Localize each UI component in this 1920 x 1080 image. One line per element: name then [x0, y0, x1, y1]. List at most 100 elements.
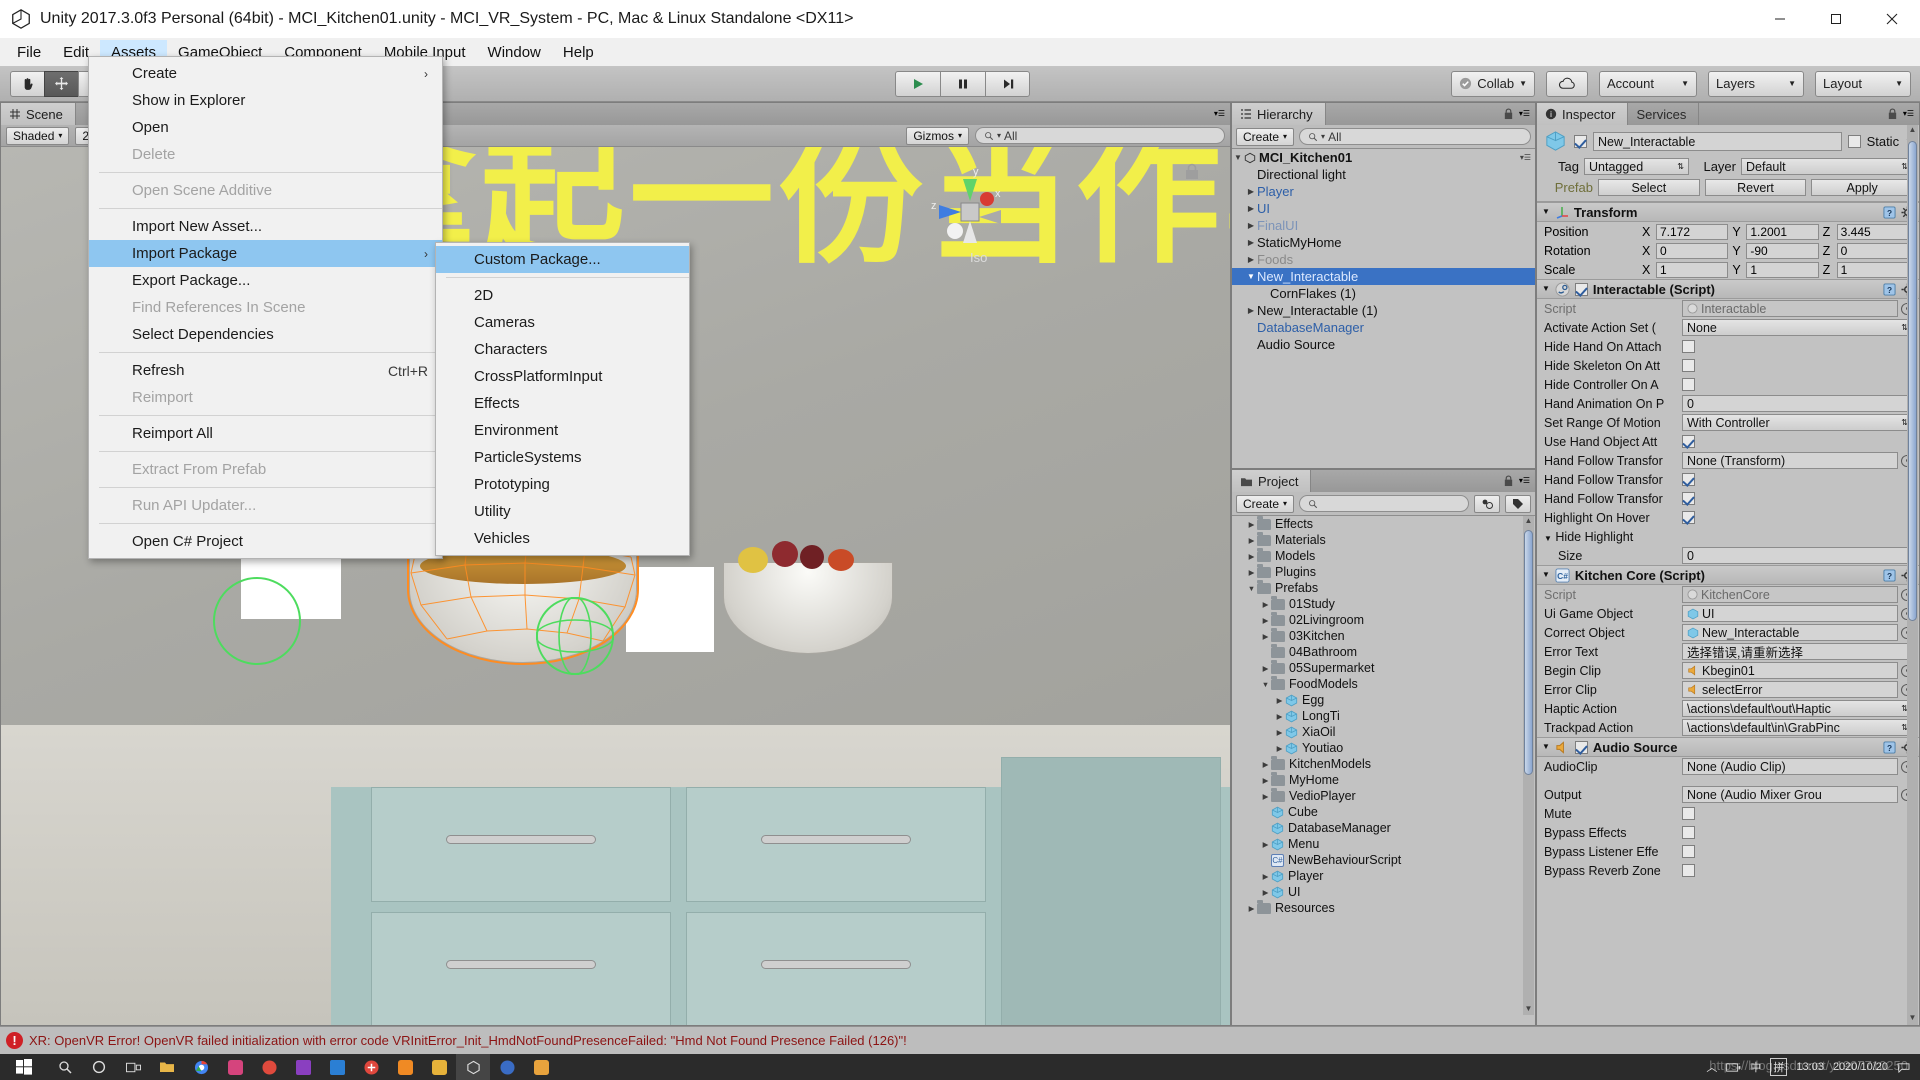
hierarchy-search-input[interactable]: ▾ All	[1299, 128, 1531, 145]
tray-date[interactable]: 2020/10/20	[1833, 1061, 1888, 1073]
minimize-button[interactable]	[1752, 0, 1808, 38]
scroll-up-arrow-icon[interactable]: ▲	[1908, 125, 1917, 137]
scroll-down-arrow-icon[interactable]: ▼	[1524, 1004, 1533, 1015]
hierarchy-item-new-interactable-1[interactable]: ▶ New_Interactable (1)	[1232, 302, 1535, 319]
expand-arrow-icon[interactable]: ▶	[1260, 600, 1271, 609]
hierarchy-item-finalui[interactable]: ▶ FinalUI	[1232, 217, 1535, 234]
scene-axis-gizmo[interactable]: y z x Iso	[915, 157, 1025, 267]
interactable-dropdown[interactable]: With Controller ⇅	[1682, 414, 1913, 431]
menu-file[interactable]: File	[6, 40, 52, 65]
import-package-submenu[interactable]: Custom Package... 2D Cameras Characters Cros…	[435, 242, 690, 556]
hierarchy-item-audio-source[interactable]: Audio Source	[1232, 336, 1535, 353]
project-item-vedioplayer[interactable]: ▶ VedioPlayer	[1232, 787, 1535, 804]
lock-icon[interactable]	[1887, 108, 1898, 120]
panel-menu-icon[interactable]: ▾☰	[1903, 110, 1914, 118]
transform-y-input[interactable]: 1	[1746, 261, 1819, 278]
close-button[interactable]	[1864, 0, 1920, 38]
assets-menu-item-select-dependencies[interactable]: Select Dependencies	[89, 321, 442, 348]
cortana-button[interactable]	[82, 1054, 116, 1080]
project-item-menu[interactable]: ▶ Menu	[1232, 836, 1535, 852]
panel-menu-icon[interactable]: ▾☰	[1519, 477, 1530, 485]
interactable-checkbox[interactable]	[1682, 378, 1695, 391]
pause-button[interactable]	[940, 70, 985, 97]
assets-menu-item-show-in-explorer[interactable]: Show in Explorer	[89, 87, 442, 114]
help-icon[interactable]: ?	[1883, 740, 1896, 754]
expand-arrow-icon[interactable]: ▼	[1232, 153, 1244, 162]
expand-arrow-icon[interactable]: ▶	[1245, 187, 1257, 196]
project-item-newbehaviourscript[interactable]: C# NewBehaviourScript	[1232, 852, 1535, 868]
project-item-04bathroom[interactable]: 04Bathroom	[1232, 643, 1535, 660]
foldout-arrow-icon[interactable]: ▼	[1542, 285, 1550, 293]
transform-z-input[interactable]: 1	[1836, 261, 1909, 278]
tab-services[interactable]: Services	[1628, 103, 1700, 125]
menu-window[interactable]: Window	[477, 40, 552, 65]
interactable-input[interactable]: 0	[1682, 547, 1913, 564]
transform-y-input[interactable]: 1.2001	[1746, 223, 1819, 240]
taskbar-search-button[interactable]	[48, 1054, 82, 1080]
start-button[interactable]	[0, 1054, 48, 1080]
expand-arrow-icon[interactable]: ▶	[1245, 238, 1257, 247]
panel-menu-icon[interactable]: ▾☰	[1519, 110, 1530, 118]
project-item-models[interactable]: ▶ Models	[1232, 547, 1535, 564]
interactable-checkbox[interactable]	[1682, 340, 1695, 353]
foldout-arrow-icon[interactable]: ▼	[1542, 571, 1550, 579]
import-package-item-vehicles[interactable]: Vehicles	[436, 525, 689, 552]
status-bar[interactable]: ! XR: OpenVR Error! OpenVR failed initia…	[0, 1026, 1920, 1054]
object-name-input[interactable]: New_Interactable	[1593, 132, 1842, 151]
hierarchy-item-databasemanager[interactable]: DatabaseManager	[1232, 319, 1535, 336]
expand-arrow-icon[interactable]: ▶	[1260, 872, 1271, 881]
expand-arrow-icon[interactable]: ▶	[1260, 632, 1271, 641]
transform-z-input[interactable]: 3.445	[1836, 223, 1909, 240]
interactable-dropdown[interactable]: None ⇅	[1682, 319, 1913, 336]
transform-y-input[interactable]: -90	[1746, 242, 1819, 259]
hierarchy-item-player[interactable]: ▶ Player	[1232, 183, 1535, 200]
interactable-component-header[interactable]: ▼ Interactable (Script) ?	[1537, 279, 1919, 299]
assets-menu-item-refresh[interactable]: Refresh Ctrl+R	[89, 357, 442, 384]
scroll-up-arrow-icon[interactable]: ▲	[1524, 516, 1533, 527]
import-package-item-prototyping[interactable]: Prototyping	[436, 471, 689, 498]
project-item-egg[interactable]: ▶ Egg	[1232, 692, 1535, 708]
layout-button[interactable]: Layout ▼	[1815, 70, 1911, 97]
tray-time[interactable]: 13:03	[1796, 1061, 1824, 1073]
inspector-scrollbar[interactable]: ▲ ▼	[1907, 125, 1918, 1025]
expand-arrow-icon[interactable]: ▶	[1246, 568, 1257, 577]
taskbar-app-5[interactable]	[354, 1054, 388, 1080]
expand-arrow-icon[interactable]: ▼	[1260, 680, 1271, 689]
step-button[interactable]	[985, 70, 1030, 97]
audiosource-objectfield[interactable]: None (Audio Mixer Grou	[1682, 786, 1898, 803]
hierarchy-item-ui[interactable]: ▶ UI	[1232, 200, 1535, 217]
taskbar-app-explorer[interactable]	[150, 1054, 184, 1080]
expand-arrow-icon[interactable]: ▼	[1245, 272, 1257, 281]
hierarchy-create-button[interactable]: Create ▾	[1236, 127, 1295, 146]
help-icon[interactable]: ?	[1883, 282, 1896, 296]
expand-arrow-icon[interactable]: ▶	[1260, 776, 1271, 785]
tray-ime-pinyin[interactable]: 拼	[1770, 1058, 1788, 1076]
project-item-myhome[interactable]: ▶ MyHome	[1232, 771, 1535, 788]
collab-button[interactable]: Collab ▼	[1451, 70, 1535, 97]
shading-mode-dropdown[interactable]: Shaded ▾	[6, 126, 70, 145]
taskbar-app-8[interactable]	[490, 1054, 524, 1080]
hierarchy-item-staticmyhome[interactable]: ▶ StaticMyHome	[1232, 234, 1535, 251]
tray-ime-mode[interactable]: 中	[1750, 1059, 1761, 1075]
taskbar-app-chrome[interactable]	[184, 1054, 218, 1080]
audiosource-component-header[interactable]: ▼ Audio Source ?	[1537, 737, 1919, 757]
import-package-item-cameras[interactable]: Cameras	[436, 309, 689, 336]
project-item-cube[interactable]: Cube	[1232, 804, 1535, 820]
expand-arrow-icon[interactable]: ▶	[1260, 616, 1271, 625]
import-package-item-effects[interactable]: Effects	[436, 390, 689, 417]
static-checkbox[interactable]	[1847, 135, 1861, 148]
interactable-label[interactable]: ▼ Hide Highlight	[1544, 530, 1679, 544]
import-package-item-characters[interactable]: Characters	[436, 336, 689, 363]
project-create-button[interactable]: Create ▾	[1236, 494, 1295, 513]
expand-arrow-icon[interactable]: ▶	[1246, 520, 1257, 529]
inspector-scroll-thumb[interactable]	[1908, 141, 1917, 621]
interactable-enabled-checkbox[interactable]	[1574, 282, 1588, 296]
expand-arrow-icon[interactable]: ▼	[1246, 584, 1257, 593]
project-item-ui[interactable]: ▶ UI	[1232, 884, 1535, 900]
project-filter-label-button[interactable]	[1505, 494, 1531, 513]
expand-arrow-icon[interactable]: ▶	[1260, 760, 1271, 769]
project-tree[interactable]: ▶ Effects ▶ Materials ▶ Models ▶ Plugins ▼ Prefab…	[1232, 516, 1535, 1015]
expand-arrow-icon[interactable]: ▶	[1245, 255, 1257, 264]
expand-arrow-icon[interactable]: ▶	[1274, 712, 1285, 721]
expand-arrow-icon[interactable]: ▶	[1260, 664, 1271, 673]
